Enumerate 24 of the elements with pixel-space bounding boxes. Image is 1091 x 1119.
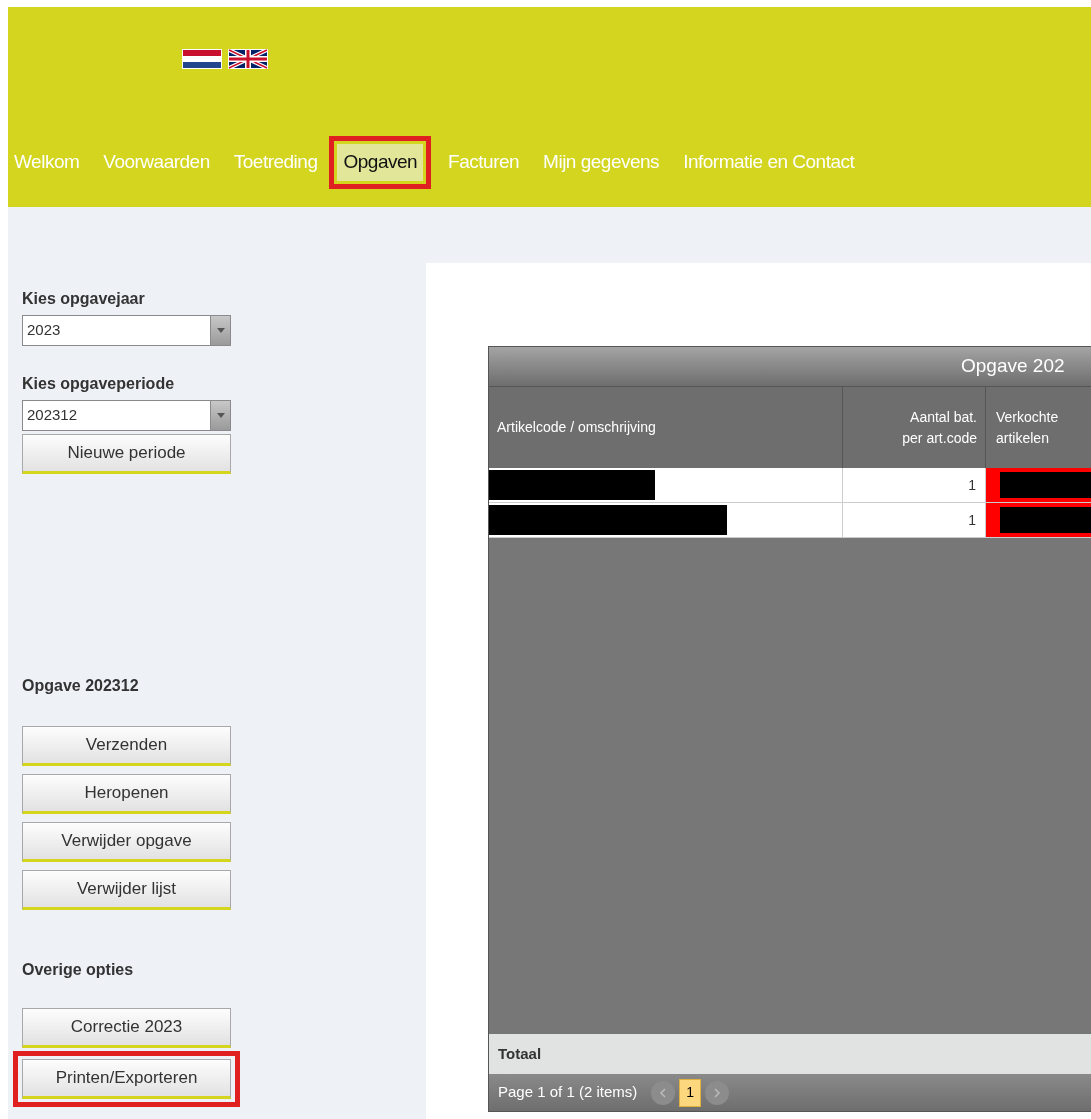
action-button[interactable]: Verwijder opgave [22, 822, 231, 862]
action-button[interactable]: Printen/Exporteren [22, 1059, 231, 1099]
select-field[interactable]: 202312 [22, 400, 231, 431]
page-button[interactable]: 1 [679, 1078, 702, 1107]
section-title: Overige opties [22, 960, 135, 980]
previous-page-icon[interactable] [651, 1080, 676, 1105]
action-button[interactable]: Verwijder lijst [22, 870, 231, 910]
pager-summary: Page 1 of 1 (2 items) [498, 1082, 638, 1103]
nav-tab[interactable]: Opgaven [337, 144, 424, 181]
field-label: Kies opgavejaar [22, 289, 146, 309]
dropdown-icon [210, 401, 230, 430]
select-field[interactable]: 2023 [22, 315, 231, 346]
action-button[interactable]: Verzenden [22, 726, 231, 766]
action-button[interactable]: Heropenen [22, 774, 231, 814]
flag-icon [182, 49, 222, 69]
action-button[interactable]: Correctie 2023 [22, 1008, 231, 1048]
dropdown-icon [210, 316, 230, 345]
section-title: Opgave 202312 [22, 676, 140, 696]
field-label: Kies opgaveperiode [22, 374, 176, 394]
action-button[interactable]: Nieuwe periode [22, 434, 231, 474]
next-page-icon[interactable] [705, 1080, 730, 1105]
footer-label: Totaal [498, 1043, 542, 1064]
grid-title: Opgave 202 [489, 347, 1091, 386]
flag-icon [228, 49, 268, 69]
